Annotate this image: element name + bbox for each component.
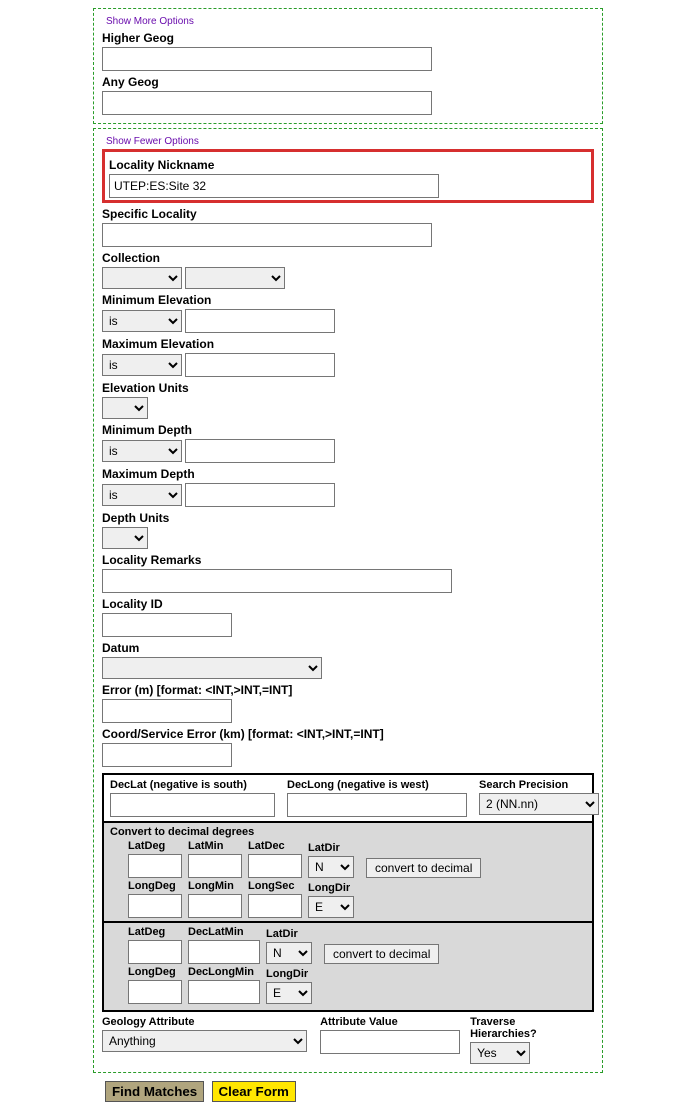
declatmin-label: DecLatMin xyxy=(188,926,260,938)
find-matches-button[interactable]: Find Matches xyxy=(105,1081,204,1102)
error-label: Error (m) [format: <INT,>INT,=INT] xyxy=(102,683,594,697)
min-elevation-label: Minimum Elevation xyxy=(102,293,594,307)
depth-units-label: Depth Units xyxy=(102,511,594,525)
min-depth-input[interactable] xyxy=(185,439,335,463)
declong-input[interactable] xyxy=(287,793,467,817)
max-elevation-input[interactable] xyxy=(185,353,335,377)
longsec-input[interactable] xyxy=(248,894,302,918)
min-elevation-input[interactable] xyxy=(185,309,335,333)
attribute-value-label: Attribute Value xyxy=(320,1016,460,1028)
declat-input[interactable] xyxy=(110,793,275,817)
convert-to-decimal-button-2[interactable]: convert to decimal xyxy=(324,944,439,964)
latdec-label: LatDec xyxy=(248,840,302,852)
any-geog-label: Any Geog xyxy=(102,75,594,89)
max-depth-op[interactable]: is xyxy=(102,484,182,506)
elevation-units-label: Elevation Units xyxy=(102,381,594,395)
locality-nickname-input[interactable] xyxy=(109,174,439,198)
longmin-input[interactable] xyxy=(188,894,242,918)
locality-id-label: Locality ID xyxy=(102,597,594,611)
longdir-label: LongDir xyxy=(308,882,354,894)
collection-label: Collection xyxy=(102,251,594,265)
latdeg-input[interactable] xyxy=(128,854,182,878)
more-options-fieldset: Show More Options Higher Geog Any Geog xyxy=(93,8,603,124)
coord-error-label: Coord/Service Error (km) [format: <INT,>… xyxy=(102,727,594,741)
any-geog-input[interactable] xyxy=(102,91,432,115)
declong-label: DecLong (negative is west) xyxy=(287,779,467,791)
coord-box: DecLat (negative is south) DecLong (nega… xyxy=(102,773,594,1012)
declatmin-input[interactable] xyxy=(188,940,260,964)
clear-form-button[interactable]: Clear Form xyxy=(212,1081,296,1102)
max-elevation-label: Maximum Elevation xyxy=(102,337,594,351)
min-depth-op[interactable]: is xyxy=(102,440,182,462)
search-precision-label: Search Precision xyxy=(479,779,599,791)
locality-nickname-label: Locality Nickname xyxy=(109,158,587,172)
coord-error-input[interactable] xyxy=(102,743,232,767)
longdir2-select[interactable]: E xyxy=(266,982,312,1004)
latmin-input[interactable] xyxy=(188,854,242,878)
error-input[interactable] xyxy=(102,699,232,723)
specific-locality-label: Specific Locality xyxy=(102,207,594,221)
latdir2-label: LatDir xyxy=(266,928,312,940)
longsec-label: LongSec xyxy=(248,880,302,892)
datum-select[interactable] xyxy=(102,657,322,679)
collection-select-2[interactable] xyxy=(185,267,285,289)
latdec-input[interactable] xyxy=(248,854,302,878)
longdir-select[interactable]: E xyxy=(308,896,354,918)
longdir2-label: LongDir xyxy=(266,968,312,980)
locality-remarks-input[interactable] xyxy=(102,569,452,593)
declongmin-label: DecLongMin xyxy=(188,966,260,978)
depth-units-select[interactable] xyxy=(102,527,148,549)
show-more-options-link[interactable]: Show More Options xyxy=(106,16,194,27)
latdir-select[interactable]: N xyxy=(308,856,354,878)
show-fewer-options-link[interactable]: Show Fewer Options xyxy=(106,136,199,147)
collection-select-1[interactable] xyxy=(102,267,182,289)
min-depth-label: Minimum Depth xyxy=(102,423,594,437)
locality-remarks-label: Locality Remarks xyxy=(102,553,594,567)
longdeg2-input[interactable] xyxy=(128,980,182,1004)
locality-nickname-highlight: Locality Nickname xyxy=(102,149,594,203)
fewer-options-fieldset: Show Fewer Options Locality Nickname Spe… xyxy=(93,128,603,1073)
latdeg2-label: LatDeg xyxy=(128,926,182,938)
latdir-label: LatDir xyxy=(308,842,354,854)
declat-label: DecLat (negative is south) xyxy=(110,779,275,791)
max-depth-label: Maximum Depth xyxy=(102,467,594,481)
higher-geog-label: Higher Geog xyxy=(102,31,594,45)
latdeg2-input[interactable] xyxy=(128,940,182,964)
latdir2-select[interactable]: N xyxy=(266,942,312,964)
search-precision-select[interactable]: 2 (NN.nn) xyxy=(479,793,599,815)
convert-header: Convert to decimal degrees xyxy=(110,826,586,838)
geology-attribute-label: Geology Attribute xyxy=(102,1016,310,1028)
elevation-units-select[interactable] xyxy=(102,397,148,419)
locality-id-input[interactable] xyxy=(102,613,232,637)
latmin-label: LatMin xyxy=(188,840,242,852)
declongmin-input[interactable] xyxy=(188,980,260,1004)
traverse-hierarchies-label: Traverse Hierarchies? xyxy=(470,1016,584,1040)
longdeg-input[interactable] xyxy=(128,894,182,918)
attribute-value-input[interactable] xyxy=(320,1030,460,1054)
min-elevation-op[interactable]: is xyxy=(102,310,182,332)
traverse-hierarchies-select[interactable]: Yes xyxy=(470,1042,530,1064)
max-elevation-op[interactable]: is xyxy=(102,354,182,376)
specific-locality-input[interactable] xyxy=(102,223,432,247)
convert-to-decimal-button-1[interactable]: convert to decimal xyxy=(366,858,481,878)
higher-geog-input[interactable] xyxy=(102,47,432,71)
longdeg-label: LongDeg xyxy=(128,880,182,892)
latdeg-label: LatDeg xyxy=(128,840,182,852)
max-depth-input[interactable] xyxy=(185,483,335,507)
longmin-label: LongMin xyxy=(188,880,242,892)
datum-label: Datum xyxy=(102,641,594,655)
longdeg2-label: LongDeg xyxy=(128,966,182,978)
geology-attribute-select[interactable]: Anything xyxy=(102,1030,307,1052)
